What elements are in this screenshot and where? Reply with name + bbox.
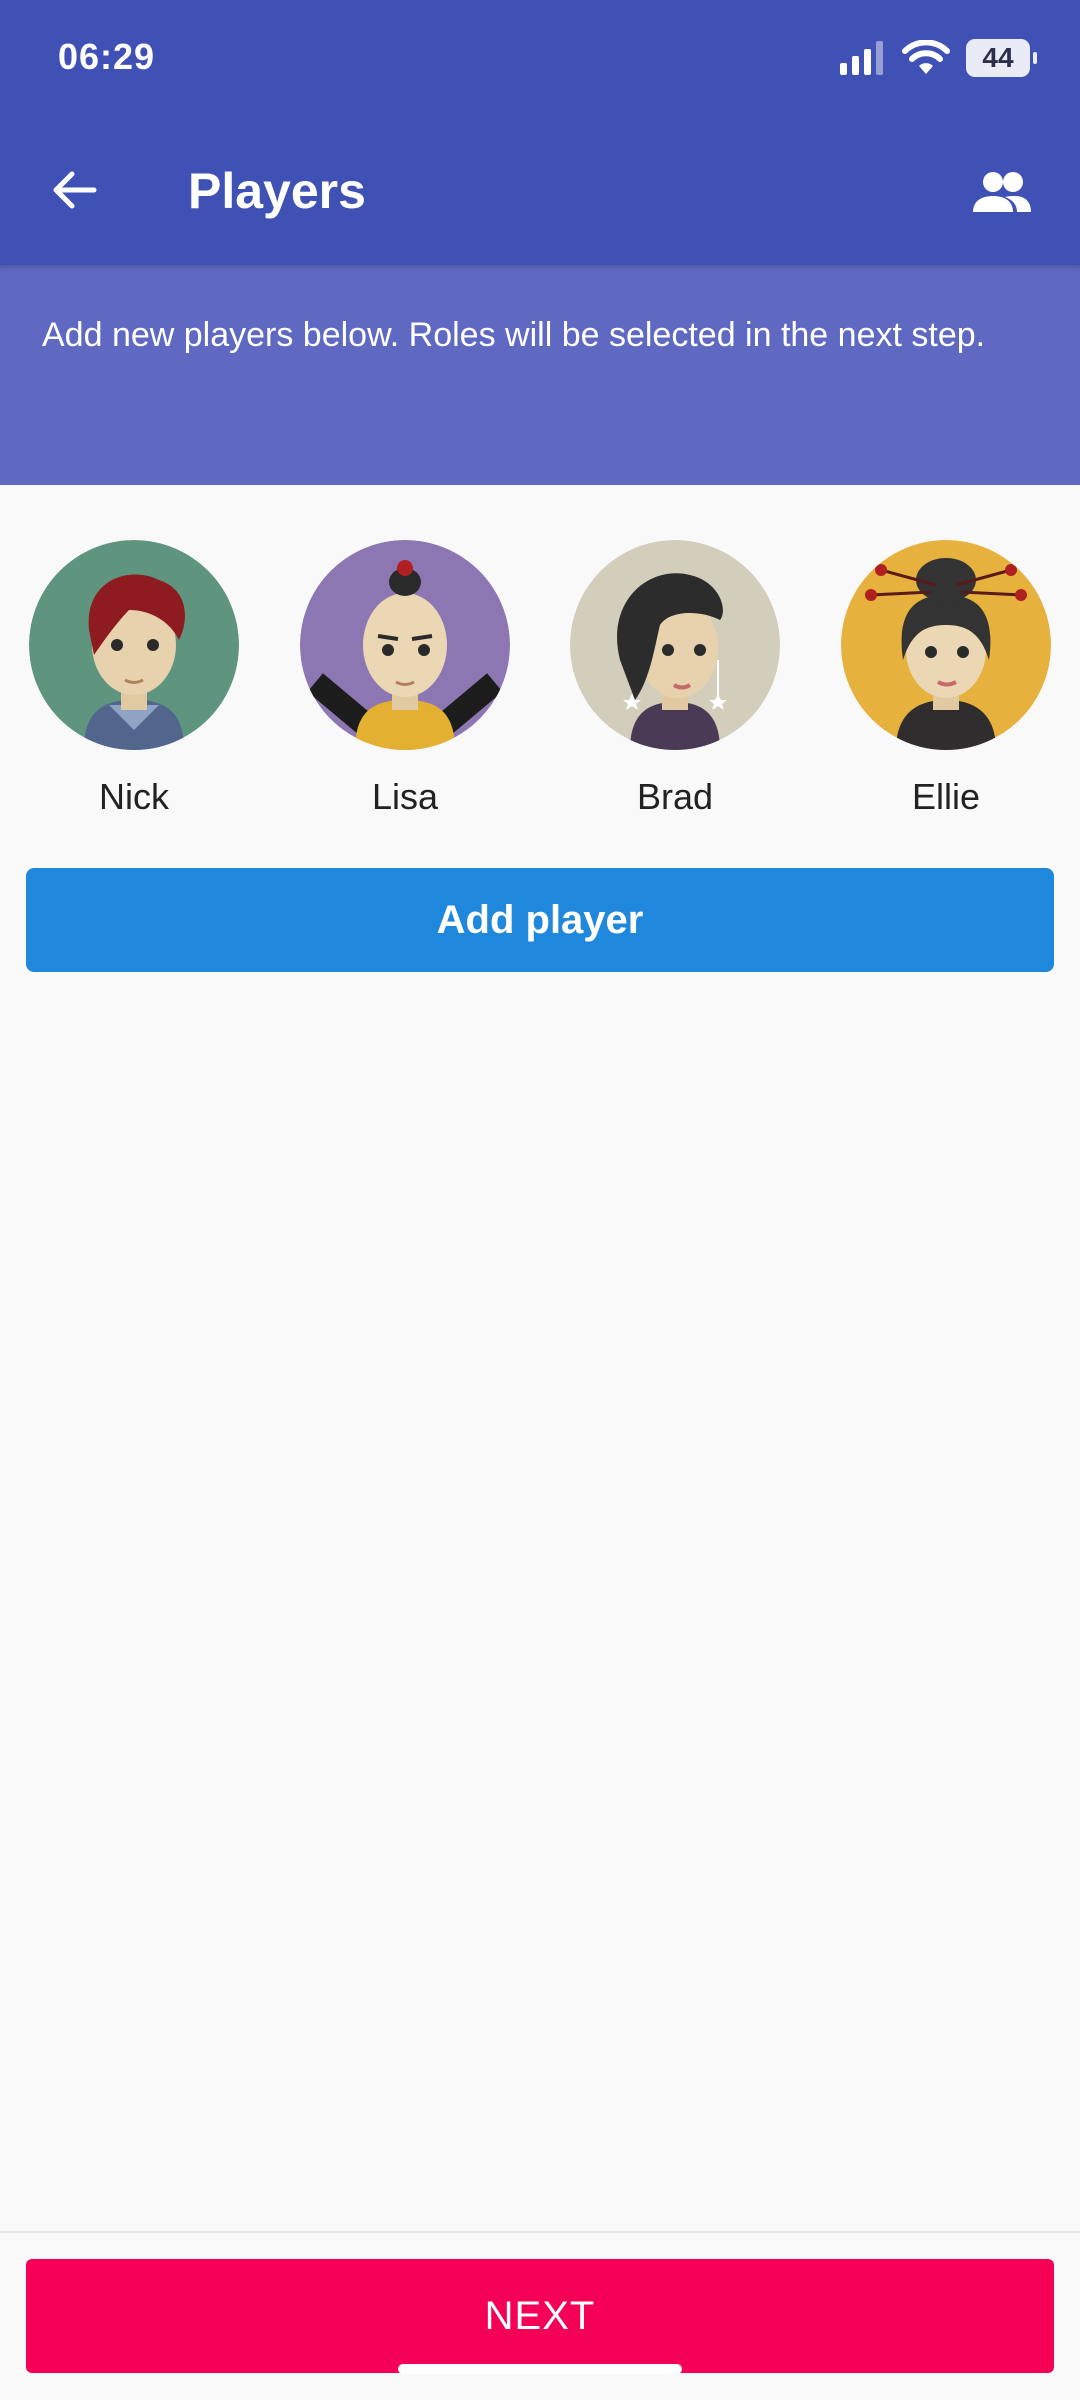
info-banner: Add new players below. Roles will be sel… xyxy=(0,265,1080,485)
avatar xyxy=(29,540,239,750)
status-time: 06:29 xyxy=(58,36,156,77)
player-item-nick[interactable]: Nick xyxy=(24,540,244,818)
people-icon xyxy=(973,172,1031,212)
next-button[interactable]: NEXT xyxy=(26,2259,1054,2373)
player-name: Nick xyxy=(99,776,169,817)
back-button[interactable] xyxy=(44,160,104,220)
avatar xyxy=(570,540,780,750)
signal-icon xyxy=(840,41,883,75)
player-item-ellie[interactable]: Ellie xyxy=(836,540,1056,818)
battery-icon: 44 xyxy=(966,39,1037,77)
wifi-icon xyxy=(902,40,950,74)
page-title: Players xyxy=(188,163,366,219)
player-name: Lisa xyxy=(371,776,439,817)
add-player-button[interactable]: Add player xyxy=(26,868,1054,972)
divider xyxy=(0,2231,1080,2233)
avatar xyxy=(841,540,1051,750)
avatar xyxy=(300,540,510,750)
status-icons: 44 xyxy=(840,36,1037,80)
info-text: Add new players below. Roles will be sel… xyxy=(42,316,986,354)
player-item-brad[interactable]: Brad xyxy=(565,540,785,818)
arrow-left-icon xyxy=(53,171,97,209)
player-name: Ellie xyxy=(911,776,981,817)
player-name: Brad xyxy=(636,776,714,817)
player-item-lisa[interactable]: Lisa xyxy=(295,540,515,818)
players-button[interactable] xyxy=(962,160,1042,224)
app-bar: 06:29 44 Players xyxy=(0,0,1080,265)
players-list: Nick Lisa Brad Ellie xyxy=(0,540,1080,830)
home-indicator[interactable] xyxy=(398,2364,682,2374)
